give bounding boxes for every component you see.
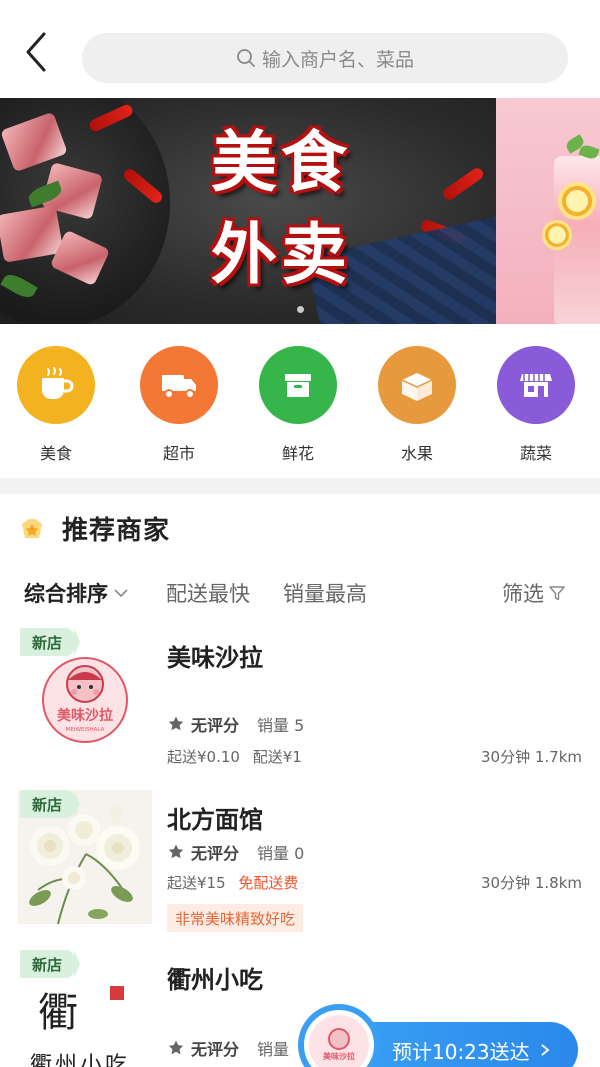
cart-logo-text: 美味沙拉 (323, 1052, 355, 1061)
category-icon-bg (259, 346, 337, 424)
calligraphy-logo-text: 衢州小吃 (30, 1053, 130, 1067)
sales-count: 销量 0 (257, 844, 305, 863)
sort-label: 综合排序 (24, 582, 108, 606)
sort-label: 销量最高 (283, 582, 367, 606)
rating-text: 无评分 (191, 716, 240, 735)
shop-name: 北方面馆 (167, 806, 263, 834)
delivery-info: 起送¥15 免配送费 (167, 872, 298, 893)
banner-pagination (0, 306, 600, 313)
delivery-fee: 配送¥1 (252, 748, 302, 766)
banner-slide-food[interactable]: 美食 外卖 (0, 98, 496, 324)
sort-comprehensive[interactable]: 综合排序 (24, 578, 130, 608)
sort-bar: 综合排序 配送最快 销量最高 筛选 (0, 578, 600, 612)
cart-eta-label: 预计10:23送达 (392, 1039, 530, 1064)
category-food[interactable]: 美食 (6, 346, 106, 464)
star-badge-icon (22, 518, 42, 538)
star-icon (168, 1040, 184, 1055)
search-placeholder: 输入商户名、菜品 (261, 48, 414, 71)
eta-distance: 30分钟 1.7km (480, 748, 582, 766)
category-fruit[interactable]: 水果 (367, 346, 467, 464)
category-vegetables[interactable]: 蔬菜 (486, 346, 586, 464)
category-label: 蔬菜 (519, 444, 552, 463)
sort-label: 配送最快 (166, 582, 250, 606)
category-icon-bg (497, 346, 575, 424)
filter-funnel-icon (549, 586, 565, 601)
shop-name: 美味沙拉 (167, 644, 263, 672)
rating-text: 无评分 (191, 844, 240, 863)
shop-rating: 无评分 销量 0 (167, 840, 304, 864)
coffee-cup-icon (42, 367, 74, 399)
sales-count: 销量 5 (257, 716, 305, 735)
store-icon (520, 374, 552, 397)
back-button[interactable] (22, 30, 52, 74)
banner-title-line2: 外卖 (211, 215, 351, 293)
banner-title-line1: 美食 (211, 123, 351, 201)
cart-logo-inner: 美味沙拉 (309, 1015, 369, 1067)
salad-logo-text: 美味沙拉 (57, 707, 113, 724)
cart-logo-face (328, 1028, 350, 1050)
category-icon-bg (140, 346, 218, 424)
category-label: 美食 (39, 444, 72, 463)
banner-title: 美食 外卖 (186, 116, 376, 300)
shop-card[interactable]: 新店 北方面馆 无评分 销量 0 起送¥15 免配送费 30分钟 1.8km 非… (0, 790, 600, 940)
banner-slide-drink[interactable] (496, 98, 600, 324)
delivery-info: 起送¥0.10 配送¥1 (167, 746, 302, 767)
banner-lemon-image (558, 182, 596, 220)
star-icon (168, 844, 184, 859)
open-box-icon (401, 373, 433, 401)
min-order: 起送¥15 (167, 874, 226, 892)
box-icon (285, 374, 311, 397)
promo-banner[interactable]: 美食 外卖 (0, 98, 600, 324)
sort-top-sales[interactable]: 销量最高 (283, 578, 367, 608)
search-icon (237, 49, 255, 67)
category-label: 超市 (162, 444, 195, 463)
category-label: 水果 (400, 444, 433, 463)
shop-card[interactable]: 新店 美味沙拉 MEIWEISHALA 美味沙拉 无评分 销量 5 起送¥0.1… (0, 628, 600, 778)
section-title: 推荐商家 (62, 516, 171, 546)
chevron-right-icon (541, 1044, 550, 1056)
rating-text: 无评分 (191, 1040, 240, 1059)
eta-distance: 30分钟 1.8km (480, 874, 582, 892)
truck-icon (162, 375, 196, 399)
back-arrow-icon (26, 32, 46, 72)
chevron-down-icon (114, 589, 128, 598)
category-label: 鲜花 (281, 444, 314, 463)
section-header: 推荐商家 (18, 510, 170, 547)
category-flowers[interactable]: 鲜花 (248, 346, 348, 464)
pagination-dot (296, 306, 304, 313)
star-icon (168, 716, 184, 731)
new-store-tag: 新店 (20, 790, 80, 818)
category-icon-bg (17, 346, 95, 424)
filter-button[interactable]: 筛选 (502, 578, 566, 608)
search-input[interactable]: 输入商户名、菜品 (82, 33, 568, 83)
min-order: 起送¥0.10 (167, 748, 240, 766)
header: 输入商户名、菜品 (0, 0, 600, 98)
shop-rating: 无评分 销量 (167, 1036, 289, 1060)
shop-name: 衢州小吃 (167, 966, 263, 994)
shop-rating: 无评分 销量 5 (167, 712, 304, 736)
sales-count: 销量 (257, 1040, 290, 1059)
category-grid: 美食 超市 鲜花 水果 蔬菜 (0, 324, 600, 478)
new-store-tag: 新店 (20, 628, 80, 656)
promo-tag: 非常美味精致好吃 (167, 904, 304, 932)
free-delivery: 免配送费 (238, 874, 299, 892)
recommended-section: 推荐商家 综合排序 配送最快 销量最高 筛选 新店 美味沙拉 MEIWEISHA… (0, 494, 600, 1067)
banner-lemon-image (542, 220, 572, 250)
logo-char-qu: 衢 (38, 990, 78, 1036)
new-store-tag: 新店 (20, 950, 80, 978)
salad-logo-subtext: MEIWEISHALA (66, 727, 105, 733)
section-divider (0, 478, 600, 494)
filter-label: 筛选 (502, 582, 544, 606)
category-supermarket[interactable]: 超市 (129, 346, 229, 464)
sort-fastest[interactable]: 配送最快 (166, 578, 250, 608)
banner-chili-image (440, 165, 486, 203)
category-icon-bg (378, 346, 456, 424)
